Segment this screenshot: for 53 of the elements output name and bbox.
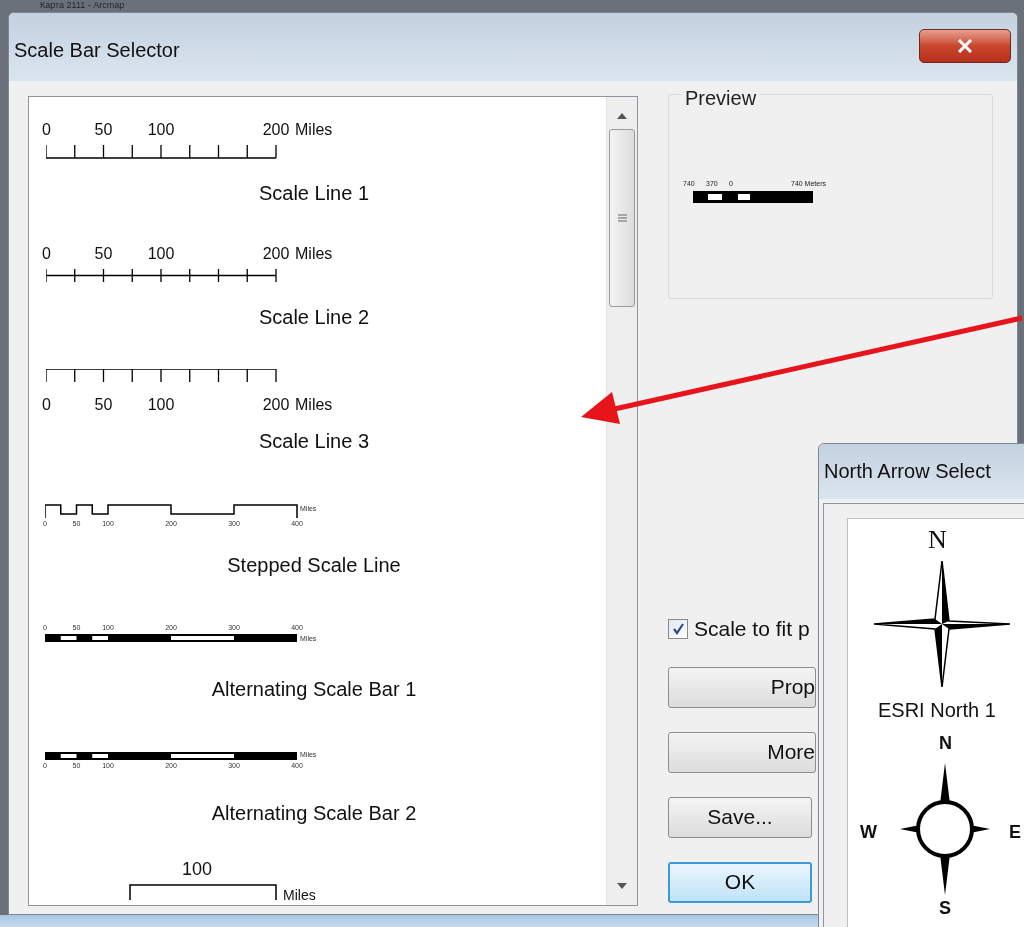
scale-bar-item[interactable]: 0 50 100 200 Miles Scale Line 2 xyxy=(29,234,606,358)
item-name: Alternating Scale Bar 2 xyxy=(210,801,418,826)
scroll-down-icon[interactable] xyxy=(617,883,627,889)
dialog-button[interactable]: OK xyxy=(668,861,812,903)
scale-label: 0 xyxy=(42,246,51,262)
dialog-button[interactable]: More xyxy=(668,731,816,773)
scale-label: 0 xyxy=(42,122,51,138)
grip-icon xyxy=(617,214,627,222)
compass-letter: E xyxy=(1009,823,1021,841)
checkbox[interactable] xyxy=(668,618,688,639)
compass-letter: W xyxy=(860,823,877,841)
scale-label: 100 xyxy=(147,122,175,138)
scale-label: 50 xyxy=(94,397,113,413)
item-name: Scale Line 2 xyxy=(257,305,371,330)
item-name: Alternating Scale Bar 1 xyxy=(210,677,418,702)
compass-letter: N xyxy=(928,527,947,553)
scale-label: 100 xyxy=(147,246,175,262)
scale-label: 200 xyxy=(262,397,290,413)
compass-star-icon xyxy=(872,559,1012,689)
dialog-button[interactable]: Prop xyxy=(668,666,816,708)
scale-label: Miles xyxy=(283,888,316,902)
scale-label: 200 xyxy=(262,246,290,262)
scale-label: 100 xyxy=(182,860,213,878)
close-button[interactable] xyxy=(919,29,1011,63)
item-name: Scale Line 3 xyxy=(257,429,371,454)
window-title: North Arrow Select xyxy=(823,459,992,484)
scale-label: Miles xyxy=(295,122,333,138)
close-icon xyxy=(957,39,973,53)
scale-label: Miles xyxy=(295,246,333,262)
scroll-up-icon[interactable] xyxy=(617,113,627,119)
window-title: Scale Bar Selector xyxy=(14,38,180,63)
scale-label: 50 xyxy=(94,246,113,262)
scroll-thumb[interactable] xyxy=(609,129,635,307)
scale-label: 0 xyxy=(42,397,51,413)
item-name: ESRI North 1 xyxy=(878,698,996,723)
item-name: Scale Line 1 xyxy=(257,181,371,206)
item-name: Stepped Scale Line xyxy=(226,553,402,578)
compass-letter: S xyxy=(939,899,951,917)
dialog-button[interactable]: Save... xyxy=(668,796,812,838)
scale-bar-item[interactable]: 0 50 100 200 Miles Scale Line 3 xyxy=(29,358,606,482)
checkmark-icon xyxy=(671,622,685,636)
parent-window-title: Карта 2111 - Arcmap xyxy=(40,0,125,10)
scale-label: 50 xyxy=(94,122,113,138)
scale-label: 200 xyxy=(262,122,290,138)
scale-bar-item[interactable]: 0 50 100 200 Miles Scale Line 1 xyxy=(29,97,606,234)
scrollbar[interactable] xyxy=(606,97,637,905)
compass-letter: N xyxy=(939,734,952,752)
north-arrow-item[interactable]: N W E S xyxy=(848,729,1024,927)
scale-to-fit-checkbox[interactable]: Scale to fit p xyxy=(668,613,810,645)
scale-label: 100 xyxy=(147,397,175,413)
north-arrow-item[interactable]: N ESRI North 1 xyxy=(848,519,1024,729)
scale-bar-item[interactable]: 100 Miles xyxy=(29,854,606,905)
scale-label: Miles xyxy=(295,397,333,413)
